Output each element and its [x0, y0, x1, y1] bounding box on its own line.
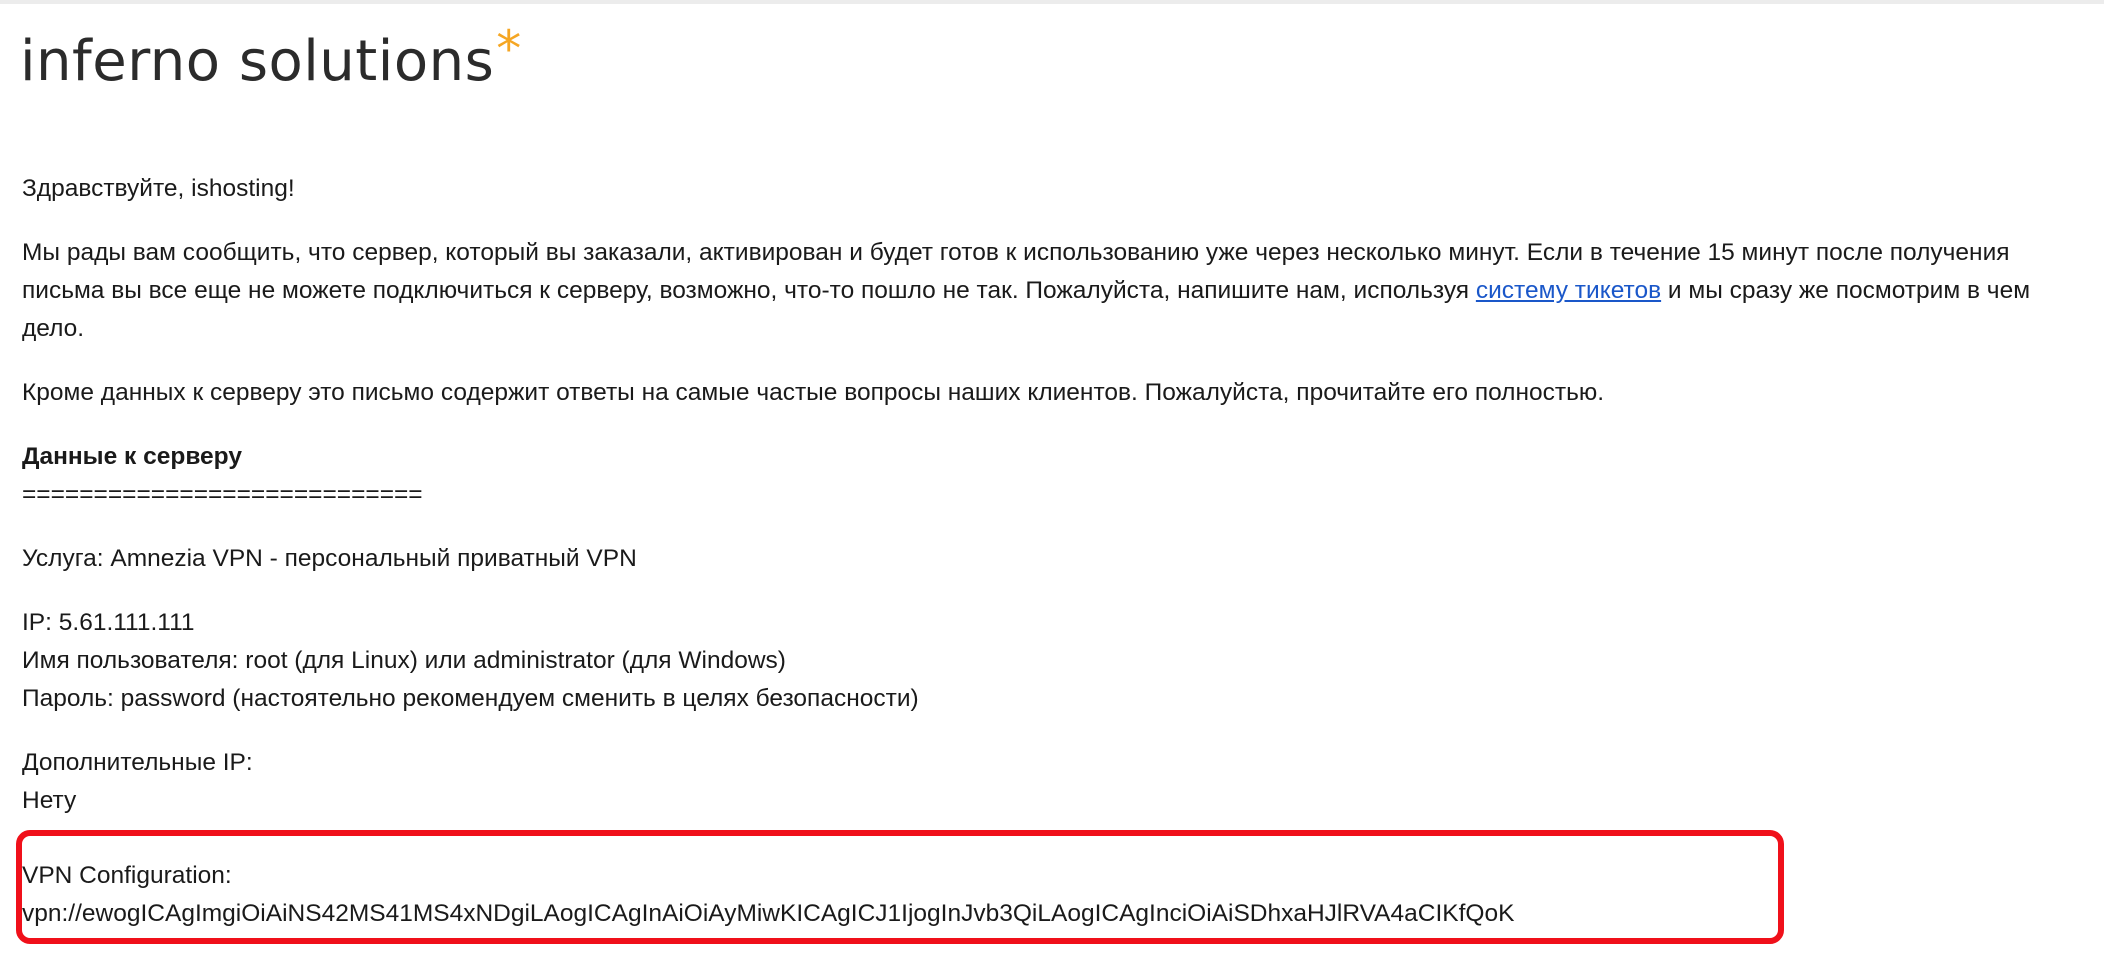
- separator-line: ============================: [22, 481, 423, 508]
- server-data-heading: Данные к серверу: [22, 443, 242, 470]
- activation-paragraph: Мы рады вам сообщить, что сервер, которы…: [22, 234, 2052, 348]
- ip-line: IP: 5.61.111.111: [22, 609, 195, 636]
- ticket-system-link[interactable]: систему тикетов: [1476, 277, 1661, 304]
- logo-star-icon: *: [496, 20, 522, 78]
- vpn-config-label: VPN Configuration:: [22, 862, 232, 889]
- vpn-config-value[interactable]: vpn://ewogICAgImgiOiAiNS42MS41MS4xNDgiLA…: [22, 895, 1514, 933]
- service-line: Услуга: Amnezia VPN - персональный прива…: [22, 545, 637, 572]
- read-fully-paragraph: Кроме данных к серверу это письмо содерж…: [22, 379, 1605, 406]
- username-line: Имя пользователя: root (для Linux) или a…: [22, 647, 786, 674]
- top-divider: [0, 0, 2104, 4]
- email-body: Здравствуйте, ishosting! Мы рады вам соо…: [22, 170, 2052, 820]
- logo-text: inferno solutions: [20, 29, 495, 94]
- password-line: Пароль: password (настоятельно рекоменду…: [22, 685, 919, 712]
- greeting: Здравствуйте, ishosting!: [22, 175, 295, 202]
- brand-logo: inferno solutions*: [20, 24, 522, 90]
- extra-ip-label: Дополнительные IP:: [22, 749, 253, 776]
- extra-ip-value: Нету: [22, 787, 77, 814]
- vpn-config-block: VPN Configuration: vpn://ewogICAgImgiOiA…: [22, 857, 1514, 933]
